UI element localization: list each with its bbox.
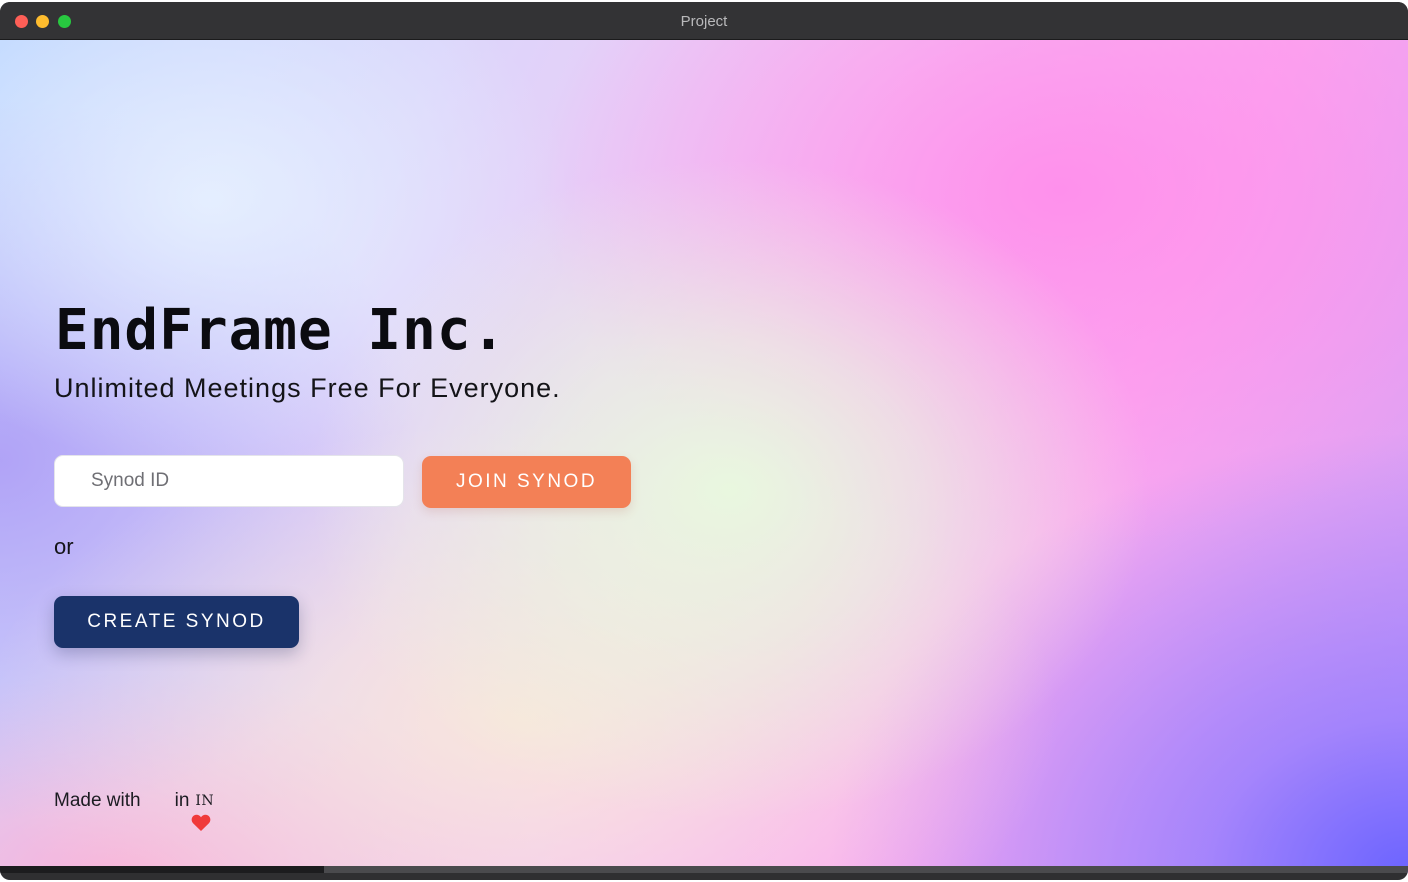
title-bar: Project — [0, 2, 1408, 40]
synod-id-input[interactable] — [54, 455, 404, 507]
footer-credit: Made with in IN — [54, 790, 215, 831]
footer-in-text: in — [174, 790, 190, 811]
tagline: Unlimited Meetings Free For Everyone. — [54, 373, 561, 403]
window-title: Project — [680, 13, 728, 30]
app-window: Project EndFrame Inc. Unlimited Meetings… — [0, 2, 1408, 880]
horizontal-scrollbar[interactable] — [0, 866, 1408, 873]
join-synod-button[interactable]: JOIN SYNOD — [422, 456, 631, 508]
or-separator: or — [54, 534, 74, 559]
create-synod-button[interactable]: CREATE SYNOD — [54, 596, 299, 648]
scrollbar-thumb[interactable] — [0, 866, 324, 873]
landing-page: EndFrame Inc. Unlimited Meetings Free Fo… — [0, 40, 1408, 873]
brand-title: EndFrame Inc. — [55, 298, 507, 363]
footer-made-with: Made with — [54, 790, 141, 811]
heart-icon — [149, 792, 211, 831]
country-code: IN — [195, 793, 215, 809]
